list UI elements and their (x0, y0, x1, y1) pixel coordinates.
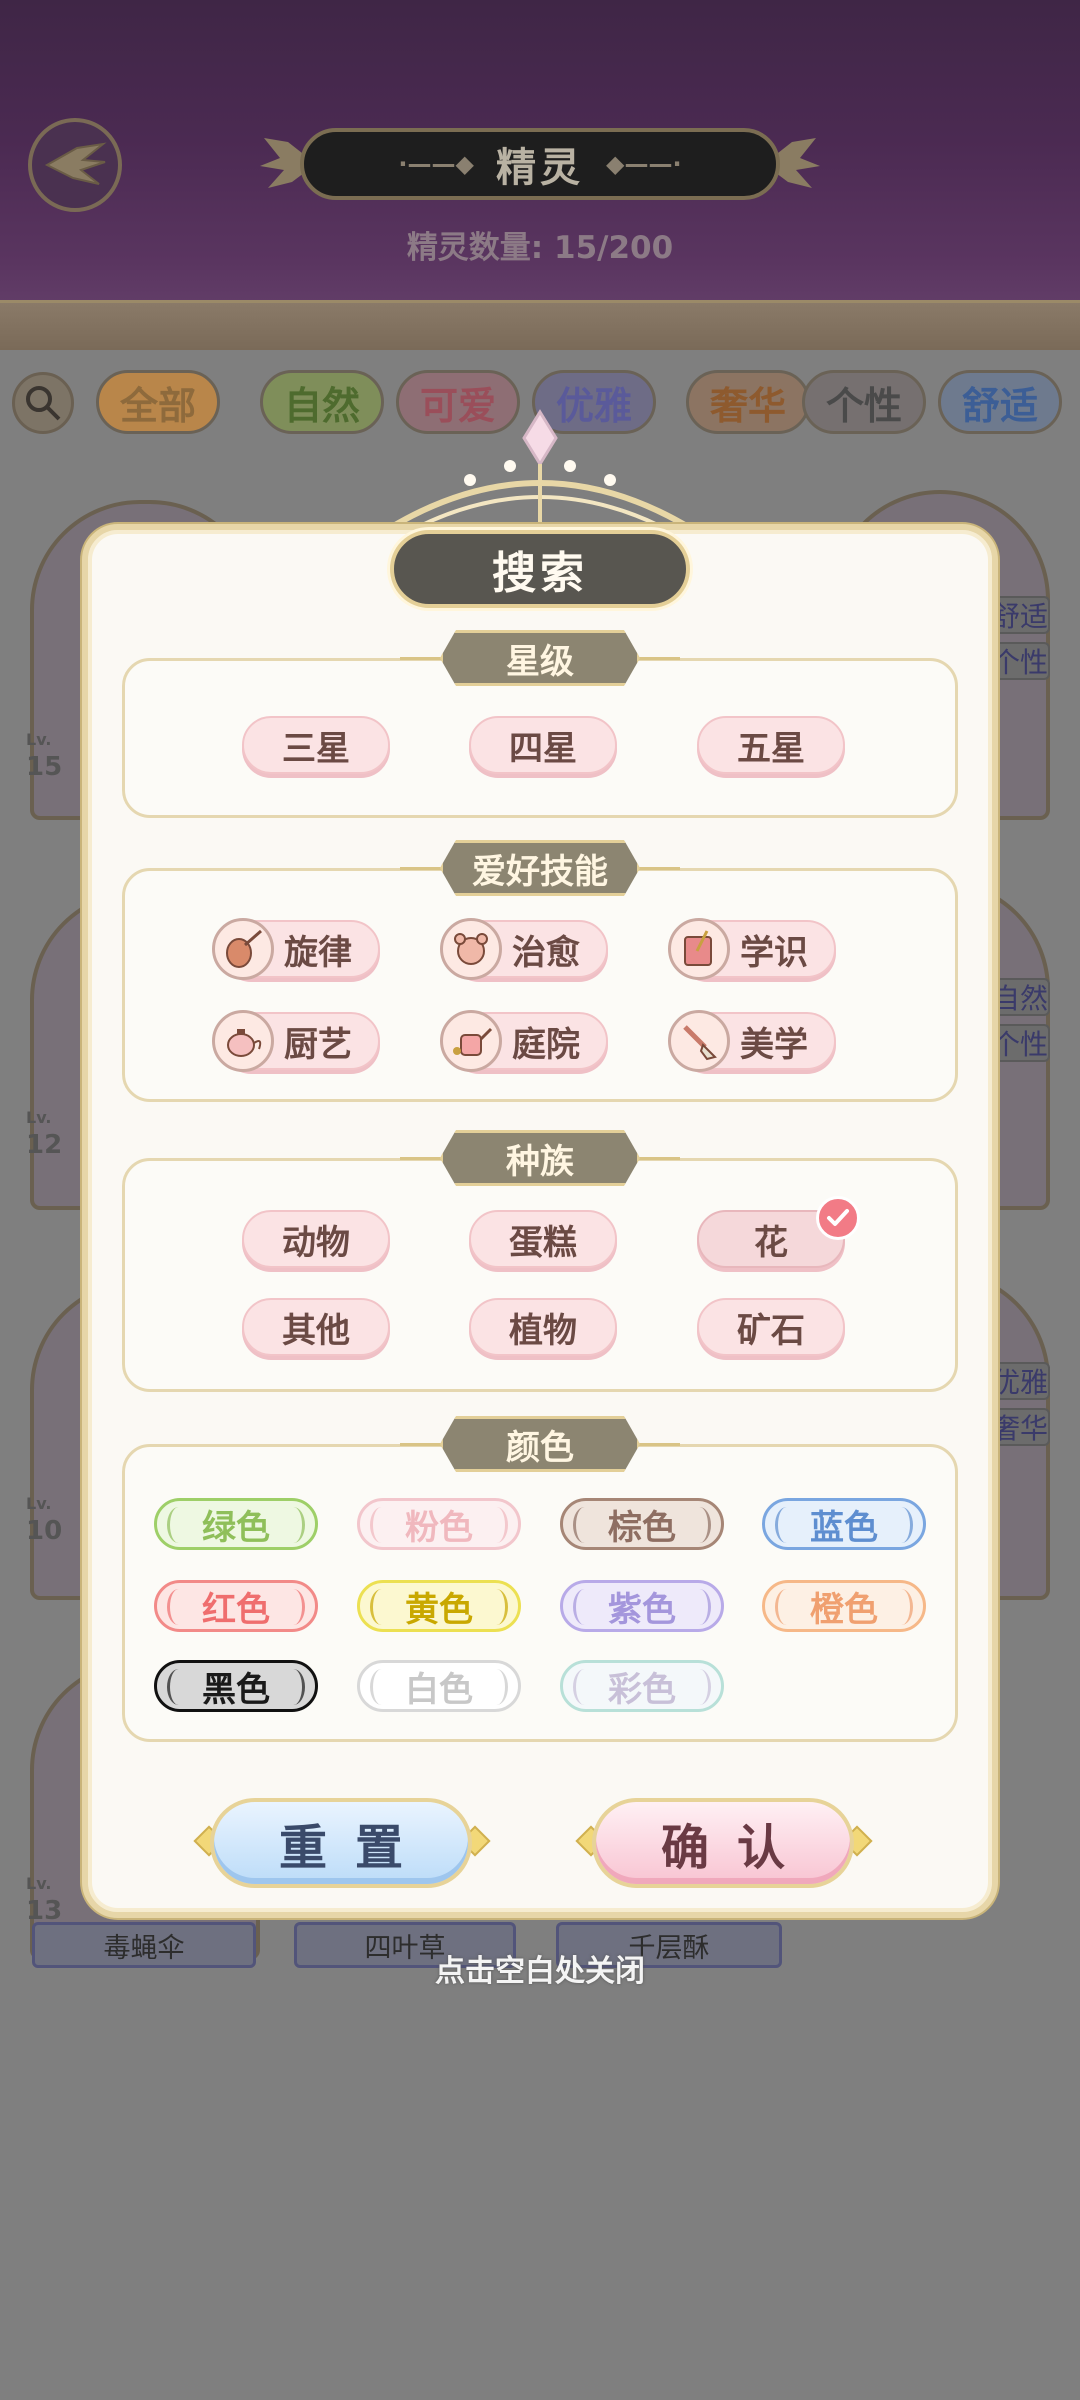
search-button[interactable] (12, 372, 74, 434)
watering-can-icon (440, 1010, 502, 1072)
race-option-mineral[interactable]: 矿石 (697, 1298, 845, 1356)
search-icon (26, 386, 61, 421)
skill-option-knowledge[interactable]: 学识 (668, 918, 836, 980)
reset-button[interactable]: 重置 (210, 1798, 472, 1888)
close-hint[interactable]: 点击空白处关闭 (0, 1946, 1080, 1990)
color-option-pink[interactable]: 粉色 (357, 1498, 521, 1550)
spirit-count: 精灵数量: 15/200 (406, 230, 674, 266)
star-option-4[interactable]: 四星 (469, 716, 617, 774)
tab-all[interactable]: 全部 (96, 370, 220, 434)
tab-personal[interactable]: 个性 (802, 370, 926, 434)
skill-option-healing[interactable]: 治愈 (440, 918, 608, 980)
color-option-yellow[interactable]: 黄色 (357, 1580, 521, 1632)
skill-label: 治愈 (512, 932, 580, 973)
filter-bar-background (0, 300, 1080, 350)
bear-icon (440, 918, 502, 980)
level-label: Lv. 13 (26, 1874, 63, 1926)
level-label: Lv. 12 (26, 1108, 63, 1160)
tab-nature[interactable]: 自然 (260, 370, 384, 434)
crown-ornament-icon (388, 409, 692, 531)
back-button[interactable] (28, 118, 122, 212)
color-option-purple[interactable]: 紫色 (560, 1580, 724, 1632)
teapot-icon (212, 1010, 274, 1072)
color-section-title: 颜色 (440, 1416, 640, 1472)
color-option-rainbow[interactable]: 彩色 (560, 1660, 724, 1712)
tab-cozy[interactable]: 舒适 (938, 370, 1062, 434)
race-section-title: 种族 (440, 1130, 640, 1186)
skill-label: 旋律 (284, 932, 352, 973)
star-option-3[interactable]: 三星 (242, 716, 390, 774)
page-title: ·——◆ 精灵 ◆——· (300, 128, 780, 200)
book-icon (668, 918, 730, 980)
page-title-text: 精灵 (496, 145, 584, 191)
color-option-black[interactable]: 黑色 (154, 1660, 318, 1712)
confirm-button[interactable]: 确认 (592, 1798, 854, 1888)
color-option-green[interactable]: 绿色 (154, 1498, 318, 1550)
level-label: Lv. 10 (26, 1494, 63, 1546)
skill-label: 厨艺 (284, 1024, 352, 1065)
star-option-5[interactable]: 五星 (697, 716, 845, 774)
skill-label: 庭院 (512, 1024, 580, 1065)
race-option-animal[interactable]: 动物 (242, 1210, 390, 1268)
skill-option-garden[interactable]: 庭院 (440, 1010, 608, 1072)
selected-check-icon (816, 1196, 860, 1240)
title-deco-right: ◆——· (606, 150, 682, 178)
color-option-brown[interactable]: 棕色 (560, 1498, 724, 1550)
tab-luxury[interactable]: 奢华 (686, 370, 810, 434)
dialog-title: 搜索 (390, 530, 690, 608)
side-tag: 个性 (990, 642, 1050, 680)
level-label: Lv. 15 (26, 730, 63, 782)
star-section-title: 星级 (440, 630, 640, 686)
violin-icon (212, 918, 274, 980)
skill-label: 学识 (740, 932, 808, 973)
side-tag: 舒适 (990, 596, 1050, 634)
skill-label: 美学 (740, 1024, 808, 1065)
wing-back-icon (44, 142, 107, 185)
skill-option-melody[interactable]: 旋律 (212, 918, 380, 980)
paintbrush-icon (668, 1010, 730, 1072)
title-deco-left: ·——◆ (398, 150, 474, 178)
color-option-white[interactable]: 白色 (357, 1660, 521, 1712)
side-tag: 自然 (990, 978, 1050, 1016)
race-option-plant[interactable]: 植物 (469, 1298, 617, 1356)
hobby-section-title: 爱好技能 (440, 840, 640, 896)
color-option-red[interactable]: 红色 (154, 1580, 318, 1632)
skill-option-aesthetics[interactable]: 美学 (668, 1010, 836, 1072)
side-tag: 个性 (990, 1024, 1050, 1062)
race-option-other[interactable]: 其他 (242, 1298, 390, 1356)
color-option-blue[interactable]: 蓝色 (762, 1498, 926, 1550)
side-tag: 优雅 (990, 1362, 1050, 1400)
side-tag: 奢华 (990, 1408, 1050, 1446)
skill-option-cooking[interactable]: 厨艺 (212, 1010, 380, 1072)
race-section (122, 1158, 958, 1392)
race-option-cake[interactable]: 蛋糕 (469, 1210, 617, 1268)
color-option-orange[interactable]: 橙色 (762, 1580, 926, 1632)
